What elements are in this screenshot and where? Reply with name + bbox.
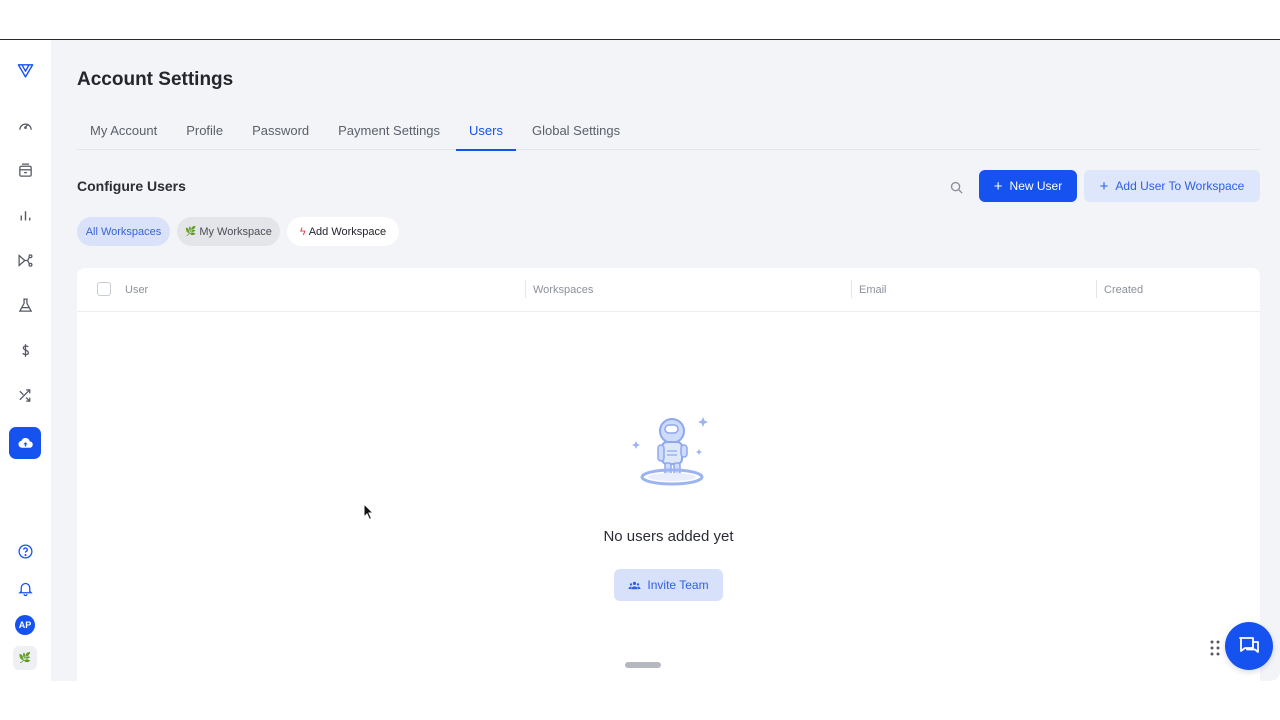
bar-chart-icon[interactable] [9,199,41,231]
tab-users[interactable]: Users [456,112,516,151]
column-header-email[interactable]: Email [859,282,887,298]
archive-box-icon[interactable] [9,154,41,186]
dashboard-gauge-icon[interactable] [9,109,41,141]
help-circle-icon[interactable] [9,535,41,567]
add-user-to-workspace-button[interactable]: + Add User To Workspace [1084,170,1260,202]
chat-bubble-icon [1239,637,1259,653]
bell-icon[interactable] [9,572,41,604]
cloud-upload-icon[interactable] [9,427,41,459]
search-icon[interactable] [946,177,966,197]
tab-my-account[interactable]: My Account [77,112,170,150]
tab-profile[interactable]: Profile [173,112,236,150]
tab-password[interactable]: Password [239,112,322,150]
main-content: Account Settings My Account Profile Pass… [51,40,1280,681]
dollar-icon[interactable] [9,334,41,366]
mouse-cursor-icon [363,503,375,521]
plus-icon: + [1099,177,1109,195]
plus-icon: + [993,177,1003,195]
leaf-icon: 🌿 [185,226,197,236]
column-header-workspaces[interactable]: Workspaces [533,282,593,298]
filter-my-workspace-label: My Workspace [199,225,272,238]
workflow-icon[interactable] [9,244,41,276]
avatar[interactable]: AP [15,615,35,635]
column-divider[interactable] [851,280,852,298]
astronaut-illustration-icon [627,411,709,493]
lightning-icon: ϟ [299,225,306,238]
page-title: Account Settings [77,69,234,90]
app-window: AP 🌿 Account Settings My Account Profile… [0,39,1280,681]
invite-team-button[interactable]: Invite Team [614,569,723,601]
shuffle-icon[interactable] [9,379,41,411]
tab-payment-settings[interactable]: Payment Settings [325,112,453,150]
select-all-checkbox[interactable] [97,282,111,296]
sidebar: AP 🌿 [0,40,51,681]
filter-all-workspaces[interactable]: All Workspaces [77,217,170,246]
column-header-user[interactable]: User [125,282,148,298]
column-header-created[interactable]: Created [1104,282,1143,298]
column-divider[interactable] [1096,280,1097,298]
tab-global-settings[interactable]: Global Settings [519,112,633,150]
column-divider[interactable] [525,280,526,298]
settings-tabs: My Account Profile Password Payment Sett… [77,112,1260,151]
team-icon [628,581,641,589]
workspace-switcher-icon[interactable]: 🌿 [13,646,37,670]
flask-icon[interactable] [9,289,41,321]
filter-my-workspace[interactable]: 🌿 My Workspace [177,217,280,246]
invite-team-label: Invite Team [647,578,709,592]
empty-state-message: No users added yet [603,528,734,545]
brand-logo-icon[interactable] [9,54,41,86]
add-workspace-label: Add Workspace [308,225,387,238]
new-user-label: New User [1009,179,1063,193]
users-table: User Workspaces Email Created No users a… [77,268,1260,681]
new-user-button[interactable]: + New User [979,170,1077,202]
scroll-handle[interactable] [625,662,661,668]
add-workspace-button[interactable]: ϟ Add Workspace [287,217,399,246]
section-title: Configure Users [77,178,186,194]
drag-handle-icon[interactable] [1209,639,1221,657]
chat-support-button[interactable] [1225,622,1273,670]
add-user-to-workspace-label: Add User To Workspace [1115,179,1245,193]
table-header: User Workspaces Email Created [77,268,1260,312]
